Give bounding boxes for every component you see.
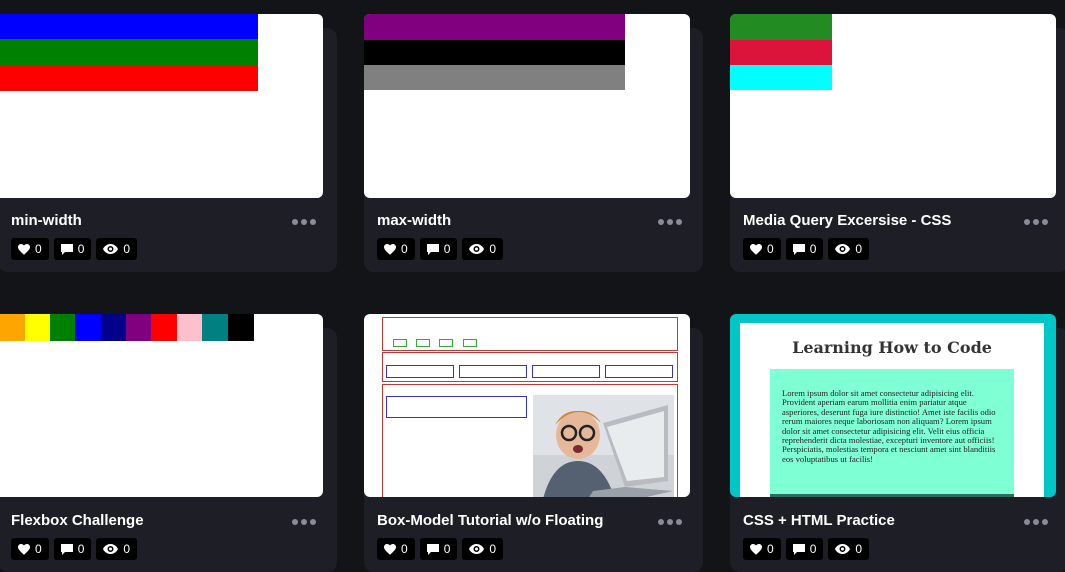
eye-icon [835, 544, 851, 554]
more-options-icon[interactable] [1024, 216, 1050, 228]
comment-count: 0 [443, 242, 451, 256]
preview-text-box: Lorem ipsum dolor sit amet consectetur a… [770, 369, 1014, 497]
like-button[interactable]: 0 [377, 238, 415, 260]
preview-image-section [382, 384, 678, 497]
comment-count: 0 [77, 542, 85, 556]
views-button[interactable]: 0 [462, 238, 504, 260]
comment-icon [426, 543, 439, 555]
view-count: 0 [489, 542, 497, 556]
pen-preview[interactable]: Learning How to Code Lorem ipsum dolor s… [730, 314, 1056, 497]
more-options-icon[interactable] [292, 216, 318, 228]
views-button[interactable]: 0 [828, 238, 870, 260]
preview-page: Learning How to Code Lorem ipsum dolor s… [740, 323, 1044, 497]
pen-title[interactable]: max-width [377, 212, 451, 229]
view-count: 0 [855, 242, 863, 256]
comment-count: 0 [809, 242, 817, 256]
preview-nav-section [382, 317, 678, 351]
comment-button[interactable]: 0 [419, 238, 458, 260]
comment-icon [60, 243, 73, 255]
eye-icon [103, 244, 119, 254]
child-laptop-photo [533, 395, 674, 497]
like-button[interactable]: 0 [743, 538, 781, 560]
view-count: 0 [489, 242, 497, 256]
pen-preview[interactable] [730, 14, 1056, 198]
pen-preview[interactable] [0, 14, 323, 198]
comment-icon [792, 543, 805, 555]
comment-button[interactable]: 0 [53, 238, 92, 260]
comment-icon [426, 243, 439, 255]
heart-icon [384, 543, 396, 555]
like-count: 0 [401, 542, 408, 556]
comment-button[interactable]: 0 [785, 238, 824, 260]
pen-title[interactable]: Box-Model Tutorial w/o Floating [377, 512, 603, 529]
pen-title[interactable]: Flexbox Challenge [11, 512, 144, 529]
preview-box-purple [364, 14, 625, 40]
preview-box-black [364, 40, 625, 65]
pen-stats: 0 0 0 [743, 538, 870, 560]
views-button[interactable]: 0 [828, 538, 870, 560]
pen-stats: 0 0 0 [743, 238, 870, 260]
preview-box-green [730, 14, 832, 40]
like-button[interactable]: 0 [377, 538, 415, 560]
comment-icon [60, 543, 73, 555]
like-button[interactable]: 0 [743, 238, 781, 260]
view-count: 0 [855, 542, 863, 556]
pen-title[interactable]: Media Query Excersise - CSS [743, 212, 951, 229]
more-options-icon[interactable] [658, 516, 684, 528]
preview-color-row [0, 314, 254, 341]
pen-stats: 0 0 0 [11, 538, 138, 560]
comment-count: 0 [77, 242, 85, 256]
pen-preview[interactable] [364, 14, 690, 198]
like-button[interactable]: 0 [11, 238, 49, 260]
preview-box-red [0, 65, 258, 91]
heart-icon [750, 543, 762, 555]
like-button[interactable]: 0 [11, 538, 49, 560]
preview-boxes-section [382, 352, 678, 382]
pen-stats: 0 0 0 [377, 238, 504, 260]
preview-box-crimson [730, 40, 832, 65]
like-count: 0 [401, 242, 408, 256]
eye-icon [469, 544, 485, 554]
like-count: 0 [35, 242, 42, 256]
comment-count: 0 [443, 542, 451, 556]
pen-title[interactable]: CSS + HTML Practice [743, 512, 895, 529]
views-button[interactable]: 0 [96, 538, 138, 560]
heart-icon [384, 243, 396, 255]
view-count: 0 [123, 242, 131, 256]
preview-heading: Learning How to Code [792, 338, 992, 357]
preview-box-blue [0, 14, 258, 39]
views-button[interactable]: 0 [96, 238, 138, 260]
more-options-icon[interactable] [658, 216, 684, 228]
eye-icon [835, 244, 851, 254]
view-count: 0 [123, 542, 131, 556]
comment-button[interactable]: 0 [53, 538, 92, 560]
pen-stats: 0 0 0 [11, 238, 138, 260]
pen-preview[interactable] [364, 314, 690, 497]
heart-icon [18, 543, 30, 555]
eye-icon [103, 544, 119, 554]
pen-preview[interactable] [0, 314, 323, 497]
comment-button[interactable]: 0 [785, 538, 824, 560]
like-count: 0 [767, 542, 774, 556]
more-options-icon[interactable] [1024, 516, 1050, 528]
pen-stats: 0 0 0 [377, 538, 504, 560]
comment-icon [792, 243, 805, 255]
like-count: 0 [767, 242, 774, 256]
like-count: 0 [35, 542, 42, 556]
preview-box-cyan [730, 65, 832, 90]
heart-icon [18, 243, 30, 255]
preview-box-gray [364, 65, 625, 90]
comment-count: 0 [809, 542, 817, 556]
views-button[interactable]: 0 [462, 538, 504, 560]
preview-box-green [0, 39, 258, 65]
heart-icon [750, 243, 762, 255]
comment-button[interactable]: 0 [419, 538, 458, 560]
eye-icon [469, 244, 485, 254]
more-options-icon[interactable] [292, 516, 318, 528]
preview-paragraph: Lorem ipsum dolor sit amet consectetur a… [782, 389, 996, 464]
pen-title[interactable]: min-width [11, 212, 82, 229]
